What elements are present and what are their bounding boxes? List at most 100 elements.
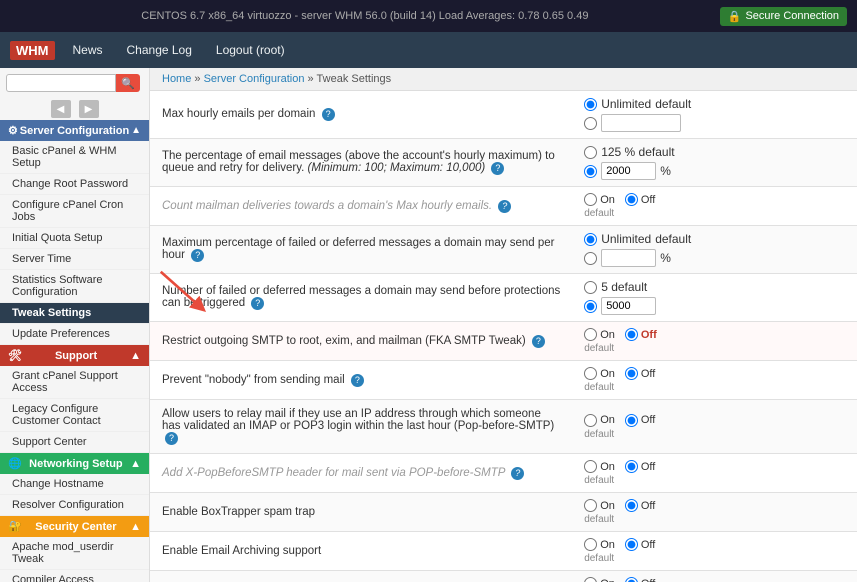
sidebar-item-basic-cpanel[interactable]: Basic cPanel & WHM Setup [0,141,149,174]
table-row: The percentage of email messages (above … [150,139,857,187]
sidebar-item-cron[interactable]: Configure cPanel Cron Jobs [0,195,149,228]
nobody-off-radio[interactable] [625,367,638,380]
trigger-value-input[interactable] [601,297,656,315]
failed-pct-radio-group: Unlimited default % [584,232,847,267]
relay-default-badge: default [584,429,847,440]
sidebar-section-networking[interactable]: 🌐 Networking Setup ▲ [0,453,149,474]
smtp-on-label: On [584,328,615,341]
horde-off-radio[interactable] [625,577,638,582]
table-row: Max hourly emails per domain ? Unlimited… [150,91,857,139]
xpop-on-radio[interactable] [584,460,597,473]
setting-label-max-hourly: Max hourly emails per domain ? [150,91,574,139]
help-icon-max-hourly[interactable]: ? [322,108,335,121]
help-icon-restrict-smtp[interactable]: ? [532,335,545,348]
section-icon-security: 🔐 [8,520,22,533]
breadcrumb-sep2: » [308,73,317,85]
queue-value-radio[interactable] [584,165,597,178]
queue-unlimited-radio[interactable] [584,146,597,159]
xpop-off-radio[interactable] [625,460,638,473]
smtp-off-radio[interactable] [625,328,638,341]
setting-label-queue-percent: The percentage of email messages (above … [150,139,574,187]
sidebar-section-security[interactable]: 🔐 Security Center ▲ [0,516,149,537]
archiving-on-label: On [584,538,615,551]
help-icon-queue[interactable]: ? [491,162,504,175]
smtp-off-text: Off [641,329,657,341]
setting-control-x-popbefore: On Off default [574,454,857,493]
failed-pct-unlimited-radio[interactable] [584,233,597,246]
archiving-off-radio[interactable] [625,538,638,551]
changelog-nav-link[interactable]: Change Log [117,39,202,61]
sidebar-item-support-center[interactable]: Support Center [0,432,149,453]
trigger-default-radio[interactable] [584,281,597,294]
sidebar-next-button[interactable]: ▶ [79,100,99,118]
sidebar-item-grant-support[interactable]: Grant cPanel Support Access [0,366,149,399]
help-icon-prevent-nobody[interactable]: ? [351,374,364,387]
news-nav-link[interactable]: News [63,39,113,61]
relay-on-off-row: On Off [584,414,847,427]
section-label-server: Server Configuration [20,125,129,137]
mailman-on-radio[interactable] [584,193,597,206]
sidebar-item-mod-userdir[interactable]: Apache mod_userdir Tweak [0,537,149,570]
sidebar-item-resolver[interactable]: Resolver Configuration [0,495,149,516]
trigger-value-radio[interactable] [584,300,597,313]
help-icon-failed-trigger[interactable]: ? [251,297,264,310]
breadcrumb-section[interactable]: Server Configuration [204,73,305,85]
sidebar-search-input[interactable] [6,74,116,92]
sidebar-item-hostname[interactable]: Change Hostname [0,474,149,495]
archiving-on-radio[interactable] [584,538,597,551]
nobody-onoff-group: On Off default [584,367,847,393]
sidebar-item-quota[interactable]: Initial Quota Setup [0,228,149,249]
sidebar-item-update-prefs[interactable]: Update Preferences [0,324,149,345]
setting-control-email-archiving: On Off default [574,532,857,571]
table-row: Enable Email Archiving support On Off de… [150,532,857,571]
setting-control-queue: 125 % default % [574,139,857,187]
max-hourly-value-input[interactable] [601,114,681,132]
help-icon-mailman[interactable]: ? [498,200,511,213]
sidebar-search-button[interactable]: 🔍 [116,74,140,92]
xpop-on-off-row: On Off [584,460,847,473]
help-icon-max-failed-pct[interactable]: ? [191,249,204,262]
help-icon-relay-imap[interactable]: ? [165,432,178,445]
navbar: WHM News Change Log Logout (root) [0,32,857,68]
sidebar-item-compiler[interactable]: Compiler Access [0,570,149,582]
xpop-default-badge: default [584,475,847,486]
sidebar-prev-button[interactable]: ◀ [51,100,71,118]
smtp-on-off-row: On Off [584,328,847,341]
table-row: Enable BoxTrapper spam trap On Off defau… [150,493,857,532]
sidebar-item-tweak-settings[interactable]: Tweak Settings [0,303,149,324]
queue-value-input[interactable] [601,162,656,180]
value-radio[interactable] [584,117,597,130]
archiving-default-badge: default [584,553,847,564]
boxtrapper-default-badge: default [584,514,847,525]
relay-on-radio[interactable] [584,414,597,427]
section-collapse-server: ▲ [131,125,141,136]
section-icon-server: ⚙ [8,124,18,137]
nobody-on-radio[interactable] [584,367,597,380]
section-collapse-support: ▲ [130,350,141,362]
sidebar-section-support[interactable]: 🛠 Support ▲ [0,345,149,366]
table-row: Add X-PopBeforeSMTP header for mail sent… [150,454,857,493]
breadcrumb-home[interactable]: Home [162,73,191,85]
unlimited-radio[interactable] [584,98,597,111]
topbar-center: CENTOS 6.7 x86_64 virtuozzo - server WHM… [141,10,588,22]
sidebar-item-server-time[interactable]: Server Time [0,249,149,270]
mailman-off-radio[interactable] [625,193,638,206]
horde-on-radio[interactable] [584,577,597,582]
logout-nav-link[interactable]: Logout (root) [206,39,295,61]
mailman-default-badge: default [584,208,847,219]
unlimited-radio-group: Unlimited default [584,97,847,132]
sidebar-section-server-configuration[interactable]: ⚙ Server Configuration ▲ [0,120,149,141]
failed-pct-value-input[interactable] [601,249,656,267]
smtp-on-radio[interactable] [584,328,597,341]
sidebar-item-change-root[interactable]: Change Root Password [0,174,149,195]
failed-pct-value-radio[interactable] [584,252,597,265]
horde-off-label: Off [625,577,655,582]
sidebar-item-legacy-customer[interactable]: Legacy Configure Customer Contact [0,399,149,432]
relay-off-radio[interactable] [625,414,638,427]
default-badge: default [655,97,691,111]
boxtrapper-onoff-group: On Off default [584,499,847,525]
boxtrapper-on-radio[interactable] [584,499,597,512]
sidebar-item-statistics[interactable]: Statistics Software Configuration [0,270,149,303]
help-icon-x-popbefore[interactable]: ? [511,467,524,480]
boxtrapper-off-radio[interactable] [625,499,638,512]
